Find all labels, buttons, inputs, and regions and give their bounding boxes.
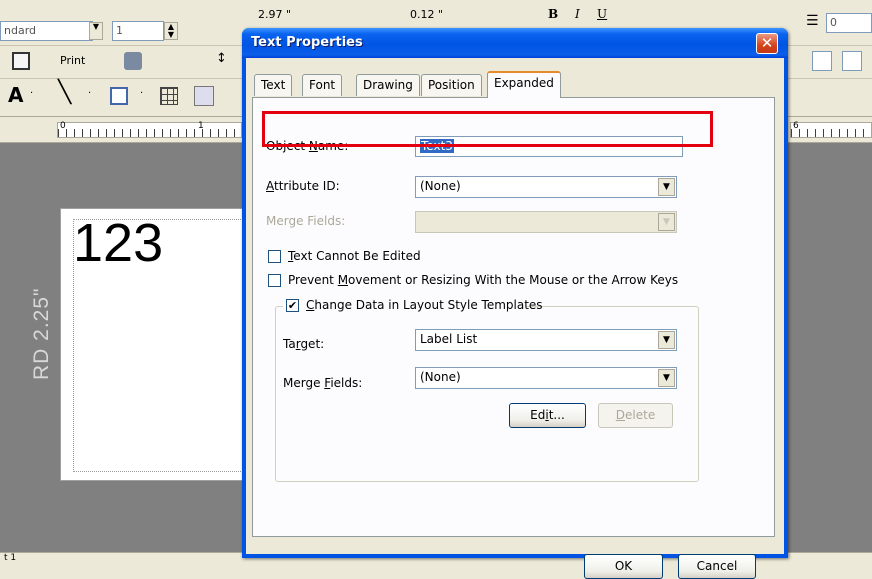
- line-spacing-combo[interactable]: 0: [826, 13, 872, 33]
- merge-fields-value: (None): [420, 370, 461, 384]
- tab-expanded[interactable]: Expanded: [487, 71, 561, 98]
- text-tool-dropdown-icon[interactable]: ·: [30, 88, 33, 99]
- ruler-strip-right: 6: [790, 121, 872, 138]
- delete-button: Delete: [598, 403, 673, 428]
- change-data-label[interactable]: Change Data in Layout Style Templates: [306, 298, 543, 312]
- text-properties-dialog: Text Properties ✕ Text Font Drawing Posi…: [242, 28, 788, 579]
- size-combo[interactable]: 1: [112, 21, 164, 41]
- printer-icon[interactable]: [12, 52, 30, 70]
- ok-button[interactable]: OK: [584, 554, 663, 579]
- tab-font[interactable]: Font: [302, 74, 343, 96]
- expanded-tab-panel: Object Name: Text3 Attribute ID: (None) …: [252, 97, 775, 537]
- chevron-down-icon[interactable]: ▼: [658, 369, 675, 387]
- prevent-movement-checkbox[interactable]: [268, 274, 281, 287]
- merge-fields-label: Merge Fields:: [283, 376, 363, 390]
- style-combo[interactable]: ndard: [0, 21, 93, 41]
- target-value: Label List: [420, 332, 478, 346]
- ruler-marker-6: 6: [793, 121, 799, 131]
- table-tool-icon[interactable]: [160, 87, 178, 105]
- print-button[interactable]: Print: [60, 54, 85, 67]
- ruler-marker-1: 1: [198, 121, 204, 131]
- text-object[interactable]: 123: [73, 212, 163, 274]
- text-tool-icon[interactable]: A: [8, 83, 23, 107]
- underline-button[interactable]: U: [597, 7, 607, 21]
- ruler-strip-left: 0 1: [57, 121, 242, 138]
- chevron-down-icon[interactable]: ▼: [658, 331, 675, 349]
- tab-position[interactable]: Position: [421, 74, 482, 96]
- groupbox-header: ✔ Change Data in Layout Style Templates: [283, 298, 543, 314]
- target-select[interactable]: Label List ▼: [415, 329, 677, 351]
- text-cannot-be-edited-checkbox[interactable]: [268, 250, 281, 263]
- tab-text[interactable]: Text: [254, 74, 293, 96]
- chevron-down-icon: ▼: [658, 213, 675, 231]
- size-combo-value: 1: [116, 24, 123, 37]
- label-type-caption: RD 2.25": [30, 287, 53, 381]
- attribute-id-value: (None): [420, 179, 461, 193]
- image-tool-icon[interactable]: [194, 86, 214, 106]
- status-text: t 1: [4, 553, 17, 563]
- dialog-title: Text Properties: [251, 35, 363, 50]
- annotation-highlight-box: [262, 111, 713, 147]
- text-cannot-be-edited-label[interactable]: Text Cannot Be Edited: [288, 249, 421, 263]
- dialog-titlebar[interactable]: Text Properties ✕: [242, 28, 788, 58]
- width-measure[interactable]: 2.97 ": [258, 8, 291, 21]
- text-height-icon[interactable]: ↕: [216, 51, 227, 66]
- attribute-id-select[interactable]: (None) ▼: [415, 176, 677, 198]
- chevron-down-icon[interactable]: ▼: [658, 178, 675, 196]
- rectangle-tool-dropdown-icon[interactable]: ·: [140, 88, 143, 99]
- target-label: Target:: [283, 337, 325, 351]
- cancel-button[interactable]: Cancel: [678, 554, 756, 579]
- italic-button[interactable]: I: [575, 7, 580, 21]
- edit-button[interactable]: Edit...: [509, 403, 586, 428]
- merge-fields-label-disabled: Merge Fields:: [266, 214, 346, 228]
- line-spacing-icon[interactable]: ☰: [806, 13, 819, 29]
- style-combo-value: ndard: [4, 24, 37, 37]
- line-tool-icon[interactable]: ╲: [58, 80, 71, 105]
- align-justify-button[interactable]: [842, 51, 862, 71]
- close-icon[interactable]: ✕: [756, 33, 778, 54]
- attribute-id-label: Attribute ID:: [266, 179, 340, 193]
- bold-button[interactable]: B: [548, 7, 558, 21]
- prevent-movement-label[interactable]: Prevent Movement or Resizing With the Mo…: [288, 273, 678, 287]
- change-data-checkbox[interactable]: ✔: [286, 299, 299, 312]
- merge-fields-select-disabled: ▼: [415, 211, 677, 233]
- style-combo-arrow[interactable]: ▼: [89, 22, 103, 40]
- margin-measure[interactable]: 0.12 ": [410, 8, 443, 21]
- merge-fields-select[interactable]: (None) ▼: [415, 367, 677, 389]
- options-icon[interactable]: [124, 52, 142, 70]
- line-spacing-value: 0: [830, 16, 837, 29]
- size-spinner[interactable]: ▲ ▼: [164, 22, 178, 40]
- rectangle-tool-icon[interactable]: [110, 87, 128, 105]
- line-tool-dropdown-icon[interactable]: ·: [88, 88, 91, 99]
- tab-drawing[interactable]: Drawing: [356, 74, 420, 96]
- ruler-marker-0: 0: [60, 121, 66, 131]
- align-left-button[interactable]: [812, 51, 832, 71]
